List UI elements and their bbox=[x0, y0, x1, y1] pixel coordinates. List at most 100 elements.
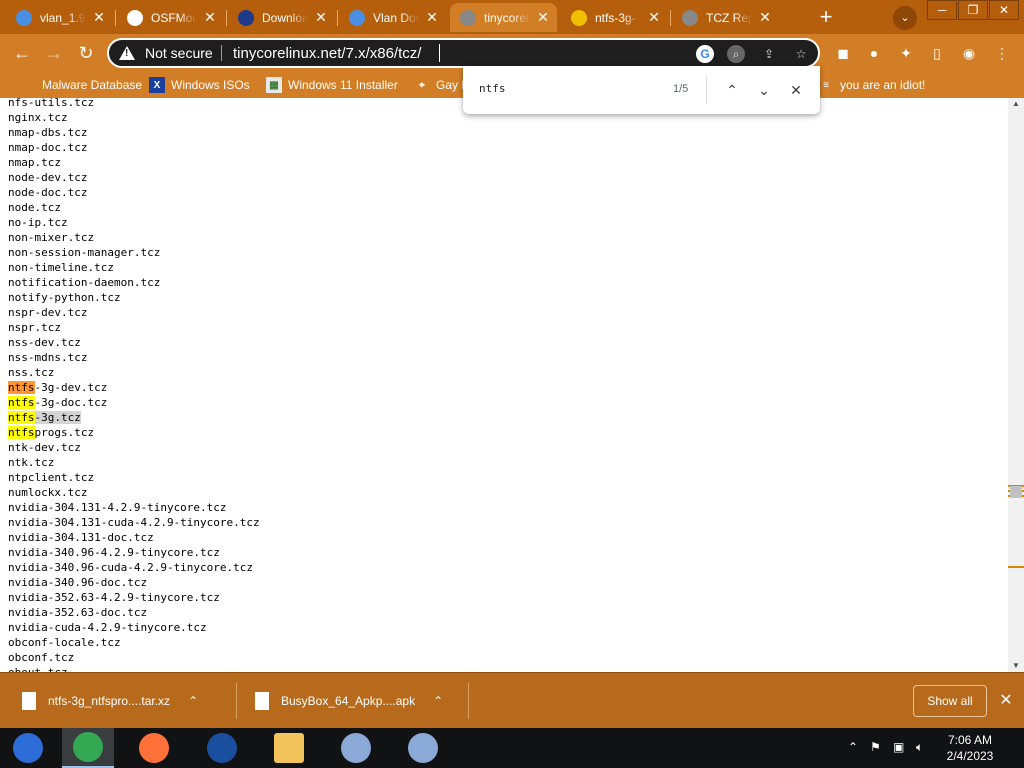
new-tab-button[interactable]: + bbox=[814, 6, 838, 30]
file-link[interactable]: notification-daemon.tcz bbox=[8, 275, 260, 290]
google-lens-icon[interactable]: G bbox=[696, 45, 714, 63]
vertical-scrollbar[interactable]: ▲ ▼ bbox=[1008, 98, 1024, 672]
file-link[interactable]: ntfs-3g.tcz bbox=[8, 410, 260, 425]
action-center-flag-icon[interactable]: ⚑ bbox=[870, 740, 881, 754]
share-icon[interactable]: ⇪ bbox=[760, 45, 778, 63]
taskbar-app[interactable] bbox=[62, 728, 114, 768]
menu-kebab-icon[interactable]: ⋮ bbox=[990, 41, 1014, 65]
file-link[interactable]: ntfsprogs.tcz bbox=[8, 425, 260, 440]
file-link[interactable]: nvidia-340.96-doc.tcz bbox=[8, 575, 260, 590]
find-next-button[interactable]: ⌄ bbox=[752, 78, 776, 102]
bookmark-windows-isos[interactable]: X Windows ISOs bbox=[149, 76, 250, 94]
extension-avatar-icon[interactable]: ● bbox=[862, 41, 886, 65]
taskbar-app[interactable] bbox=[330, 728, 382, 768]
browser-tab[interactable]: tinycorel ✕ bbox=[450, 3, 557, 32]
taskbar-app[interactable] bbox=[2, 728, 54, 768]
file-link[interactable]: non-timeline.tcz bbox=[8, 260, 260, 275]
file-link[interactable]: ntfs-3g-doc.tcz bbox=[8, 395, 260, 410]
show-hidden-icons-chevron-icon[interactable]: ⌃ bbox=[848, 740, 858, 754]
file-link[interactable]: nvidia-cuda-4.2.9-tinycore.tcz bbox=[8, 620, 260, 635]
file-link[interactable]: non-session-manager.tcz bbox=[8, 245, 260, 260]
extension-flag-icon[interactable]: ◼ bbox=[831, 41, 855, 65]
file-link[interactable]: ntk.tcz bbox=[8, 455, 260, 470]
tab-close-icon[interactable]: ✕ bbox=[424, 9, 440, 25]
chevron-up-icon[interactable]: ⌃ bbox=[188, 694, 198, 708]
file-link[interactable]: nfs-utils.tcz bbox=[8, 98, 260, 110]
browser-tab[interactable]: Download ✕ bbox=[228, 3, 335, 32]
file-link[interactable]: nss-dev.tcz bbox=[8, 335, 260, 350]
extensions-puzzle-icon[interactable]: ✦ bbox=[894, 41, 918, 65]
file-link[interactable]: nvidia-340.96-4.2.9-tinycore.tcz bbox=[8, 545, 260, 560]
scroll-up-arrow-icon[interactable]: ▲ bbox=[1008, 98, 1024, 110]
find-input[interactable]: ntfs bbox=[479, 82, 506, 95]
tab-close-icon[interactable]: ✕ bbox=[646, 9, 662, 25]
file-link[interactable]: obconf-locale.tcz bbox=[8, 635, 260, 650]
browser-tab[interactable]: vlan_1.9- ✕ bbox=[6, 3, 113, 32]
back-button[interactable]: ← bbox=[10, 41, 34, 65]
volume-icon[interactable]: 🔈︎ bbox=[916, 740, 923, 755]
file-link[interactable]: ntfs-3g-dev.tcz bbox=[8, 380, 260, 395]
file-link[interactable]: nvidia-304.131-4.2.9-tinycore.tcz bbox=[8, 500, 260, 515]
taskbar-app[interactable] bbox=[397, 728, 449, 768]
tab-close-icon[interactable]: ✕ bbox=[757, 9, 773, 25]
system-clock[interactable]: 7:06 AM 2/4/2023 bbox=[940, 732, 1000, 764]
file-link[interactable]: nss-mdns.tcz bbox=[8, 350, 260, 365]
bookmark-malware-database[interactable]: Malware Database bbox=[20, 76, 142, 94]
side-panel-icon[interactable]: ▯ bbox=[925, 41, 949, 65]
taskbar-app[interactable] bbox=[263, 728, 315, 768]
file-link[interactable]: non-mixer.tcz bbox=[8, 230, 260, 245]
file-link[interactable]: ntpclient.tcz bbox=[8, 470, 260, 485]
close-window-button[interactable]: ✕ bbox=[989, 0, 1019, 20]
browser-tab[interactable]: TCZ Rep ✕ bbox=[672, 3, 779, 32]
tab-close-icon[interactable]: ✕ bbox=[313, 9, 329, 25]
tab-search-button[interactable]: ⌄ bbox=[893, 6, 917, 30]
file-link[interactable]: numlockx.tcz bbox=[8, 485, 260, 500]
file-link[interactable]: nvidia-352.63-4.2.9-tinycore.tcz bbox=[8, 590, 260, 605]
file-link[interactable]: obout.tcz bbox=[8, 665, 260, 672]
file-link[interactable]: ntk-dev.tcz bbox=[8, 440, 260, 455]
url-text[interactable]: tinycorelinux.net/7.x/x86/tcz/ bbox=[233, 45, 421, 62]
file-link[interactable]: nvidia-304.131-cuda-4.2.9-tinycore.tcz bbox=[8, 515, 260, 530]
tab-close-icon[interactable]: ✕ bbox=[91, 9, 107, 25]
file-link[interactable]: nss.tcz bbox=[8, 365, 260, 380]
scroll-down-arrow-icon[interactable]: ▼ bbox=[1008, 660, 1024, 672]
download-item[interactable]: BusyBox_64_Apkp....apk ⌃ bbox=[255, 685, 443, 717]
network-icon[interactable]: ▣ bbox=[893, 740, 904, 754]
bookmark-you-are-an-idiot[interactable]: ≡ you are an idiot! bbox=[818, 76, 925, 94]
security-indicator[interactable]: Not secure bbox=[119, 45, 213, 61]
file-link[interactable]: node.tcz bbox=[8, 200, 260, 215]
file-link[interactable]: nvidia-352.63-doc.tcz bbox=[8, 605, 260, 620]
bookmark-star-icon[interactable]: ☆ bbox=[792, 45, 810, 63]
file-link[interactable]: obconf.tcz bbox=[8, 650, 260, 665]
bookmark-gay-h[interactable]: ⌖ Gay H bbox=[414, 76, 470, 94]
file-link[interactable]: nvidia-304.131-doc.tcz bbox=[8, 530, 260, 545]
file-link[interactable]: no-ip.tcz bbox=[8, 215, 260, 230]
tab-close-icon[interactable]: ✕ bbox=[535, 9, 551, 25]
bookmark-windows-11-installer[interactable]: ▦ Windows 11 Installer bbox=[266, 76, 398, 94]
chevron-up-icon[interactable]: ⌃ bbox=[433, 694, 443, 708]
minimize-button[interactable]: ─ bbox=[927, 0, 957, 20]
file-link[interactable]: nginx.tcz bbox=[8, 110, 260, 125]
browser-tab[interactable]: Vlan Dow ✕ bbox=[339, 3, 446, 32]
file-link[interactable]: nspr-dev.tcz bbox=[8, 305, 260, 320]
browser-tab[interactable]: OSFMoun ✕ bbox=[117, 3, 224, 32]
browser-tab[interactable]: ntfs-3g- ✕ bbox=[561, 3, 668, 32]
file-link[interactable]: node-doc.tcz bbox=[8, 185, 260, 200]
file-link[interactable]: node-dev.tcz bbox=[8, 170, 260, 185]
zoom-search-icon[interactable]: ⌕ bbox=[727, 45, 745, 63]
taskbar-app[interactable] bbox=[128, 728, 180, 768]
file-link[interactable]: nspr.tcz bbox=[8, 320, 260, 335]
show-all-button[interactable]: Show all bbox=[913, 685, 987, 717]
maximize-button[interactable]: ❐ bbox=[958, 0, 988, 20]
find-close-button[interactable]: ✕ bbox=[784, 78, 808, 102]
reload-button[interactable]: ↻ bbox=[74, 41, 98, 65]
file-link[interactable]: nvidia-340.96-cuda-4.2.9-tinycore.tcz bbox=[8, 560, 260, 575]
address-bar[interactable]: Not secure tinycorelinux.net/7.x/x86/tcz… bbox=[107, 38, 820, 68]
file-link[interactable]: nmap-doc.tcz bbox=[8, 140, 260, 155]
tab-close-icon[interactable]: ✕ bbox=[202, 9, 218, 25]
profile-icon[interactable]: ◉ bbox=[957, 41, 981, 65]
close-download-shelf-icon[interactable]: ✕ bbox=[996, 689, 1016, 713]
file-link[interactable]: nmap-dbs.tcz bbox=[8, 125, 260, 140]
taskbar-app[interactable] bbox=[196, 728, 248, 768]
find-previous-button[interactable]: ⌃ bbox=[720, 78, 744, 102]
